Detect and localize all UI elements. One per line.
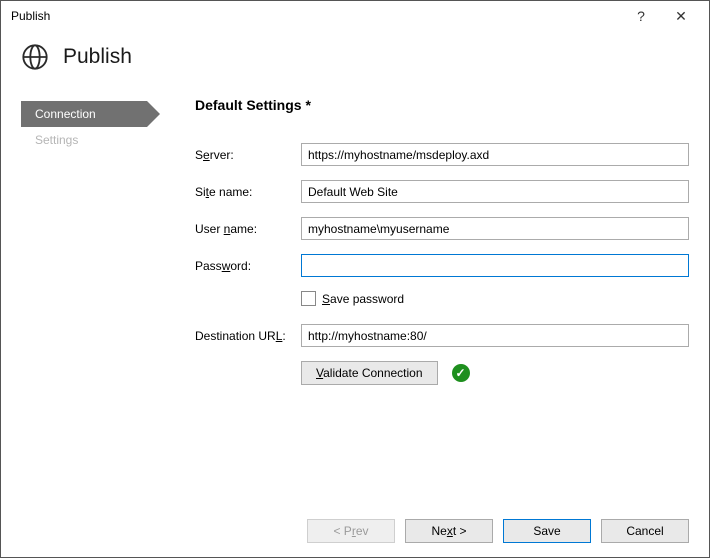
sidebar-item-label: Settings — [35, 133, 78, 147]
help-button[interactable]: ? — [621, 8, 661, 24]
close-button[interactable]: ✕ — [661, 8, 701, 25]
main-panel: Default Settings * Server: Site name: Us… — [171, 89, 689, 385]
password-input[interactable] — [301, 254, 689, 277]
row-destination: Destination URL: — [195, 324, 689, 347]
row-validate: Validate Connection ✓ — [301, 361, 689, 385]
row-sitename: Site name: — [195, 180, 689, 203]
row-username: User name: — [195, 217, 689, 240]
content: Connection Settings Default Settings * S… — [1, 89, 709, 385]
destination-input[interactable] — [301, 324, 689, 347]
cancel-button[interactable]: Cancel — [601, 519, 689, 543]
label-username: User name: — [195, 222, 301, 236]
sidebar-item-settings[interactable]: Settings — [21, 127, 171, 153]
prev-button: < Prev — [307, 519, 395, 543]
sidebar-item-connection[interactable]: Connection — [21, 101, 147, 127]
label-password: Password: — [195, 259, 301, 273]
server-input[interactable] — [301, 143, 689, 166]
save-button[interactable]: Save — [503, 519, 591, 543]
section-title: Default Settings * — [195, 97, 689, 113]
titlebar: Publish ? ✕ — [1, 1, 709, 31]
window-title: Publish — [11, 9, 621, 23]
page-title: Publish — [63, 45, 132, 69]
save-password-label: Save password — [322, 292, 404, 306]
username-input[interactable] — [301, 217, 689, 240]
sidebar-item-label: Connection — [35, 107, 96, 121]
row-server: Server: — [195, 143, 689, 166]
sidebar: Connection Settings — [21, 89, 171, 385]
sitename-input[interactable] — [301, 180, 689, 203]
check-icon: ✓ — [452, 364, 470, 382]
globe-icon — [21, 43, 49, 71]
next-button[interactable]: Next > — [405, 519, 493, 543]
validate-connection-button[interactable]: Validate Connection — [301, 361, 438, 385]
save-password-checkbox[interactable] — [301, 291, 316, 306]
label-server: Server: — [195, 148, 301, 162]
row-save-password: Save password — [301, 291, 689, 306]
label-sitename: Site name: — [195, 185, 301, 199]
label-destination: Destination URL: — [195, 329, 301, 343]
header: Publish — [1, 31, 709, 89]
footer: < Prev Next > Save Cancel — [307, 519, 689, 543]
row-password: Password: — [195, 254, 689, 277]
